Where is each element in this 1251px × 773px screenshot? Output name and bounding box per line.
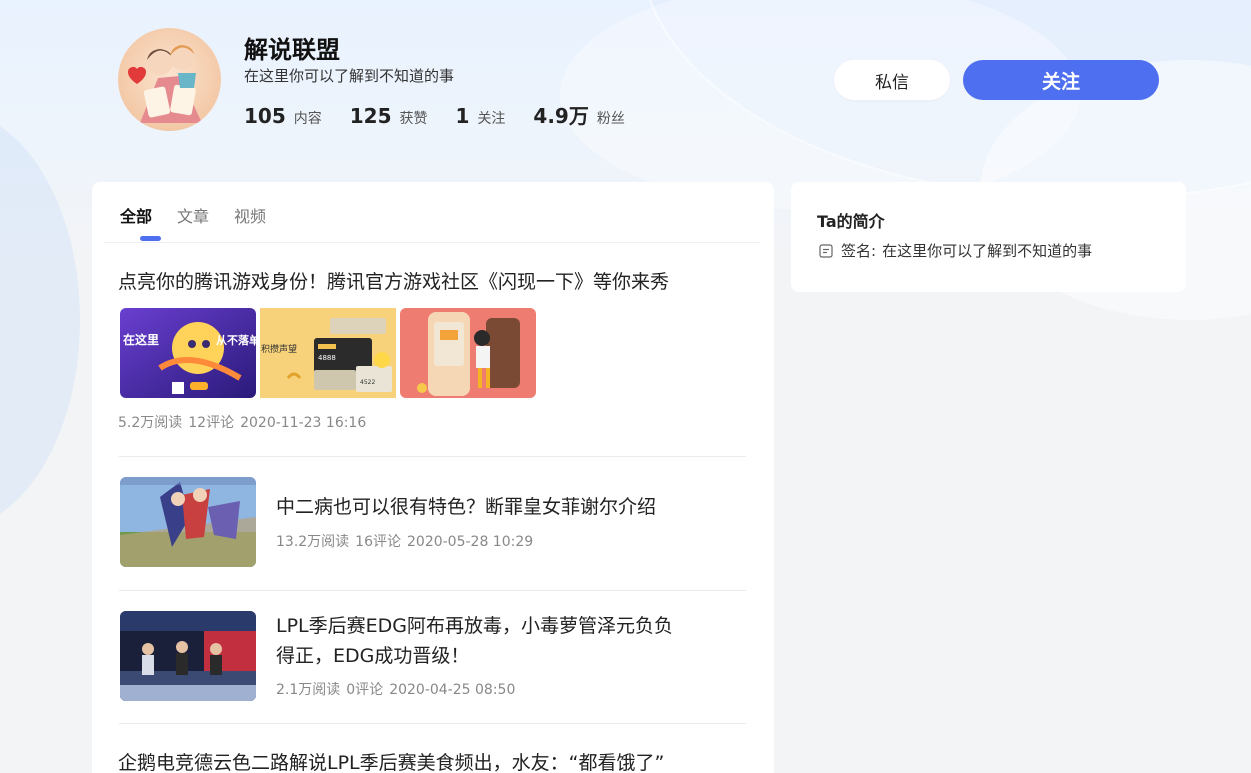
feed-item-meta: 2.1万阅读 0评论 2020-04-25 08:50 bbox=[276, 679, 736, 699]
feed-item-thumbnail[interactable] bbox=[400, 308, 536, 398]
profile-header: 解说联盟 在这里你可以了解到不知道的事 105 内容 125 获赞 1 关注 4… bbox=[0, 0, 1251, 170]
signature-text: 在这里你可以了解到不知道的事 bbox=[882, 242, 1093, 260]
stat-value: 125 bbox=[349, 104, 392, 128]
feed-item[interactable]: 企鹅电竞德云色二路解说LPL季后赛美食频出，水友：“都看饿了” bbox=[118, 748, 746, 773]
stat-likes: 125 获赞 bbox=[350, 104, 428, 128]
mascot-image bbox=[400, 308, 536, 398]
publish-time: 2020-04-25 08:50 bbox=[389, 682, 516, 698]
stat-label: 粉丝 bbox=[596, 111, 625, 127]
tab-videos[interactable]: 视频 bbox=[234, 203, 266, 227]
feed-item-meta: 5.2万阅读 12评论 2020-11-23 16:16 bbox=[118, 412, 746, 432]
feed-item-meta: 13.2万阅读 16评论 2020-05-28 10:29 bbox=[276, 531, 736, 551]
signature-label: 签名: bbox=[841, 242, 877, 260]
divider bbox=[119, 590, 746, 591]
tab-all[interactable]: 全部 bbox=[120, 203, 152, 227]
avatar[interactable] bbox=[118, 28, 221, 131]
divider bbox=[119, 723, 746, 724]
stat-contents[interactable]: 105 内容 bbox=[244, 104, 322, 128]
anime-characters-image bbox=[120, 477, 256, 567]
comment-count[interactable]: 0评论 bbox=[346, 682, 383, 698]
avatar-illustration-icon bbox=[128, 45, 202, 123]
publish-time: 2020-11-23 16:16 bbox=[240, 415, 367, 431]
publish-time: 2020-05-28 10:29 bbox=[407, 534, 534, 550]
profile-signature: 在这里你可以了解到不知道的事 bbox=[244, 67, 455, 85]
thumb-text: 4888 bbox=[318, 354, 336, 362]
feed-item[interactable]: 中二病也可以很有特色？断罪皇女菲谢尔介绍 bbox=[276, 492, 736, 522]
intro-card: Ta的简介 签名: 在这里你可以了解到不知道的事 bbox=[791, 182, 1186, 292]
document-icon bbox=[819, 243, 833, 258]
comment-count[interactable]: 12评论 bbox=[188, 415, 234, 431]
read-count: 2.1万阅读 bbox=[276, 682, 341, 698]
stat-followers[interactable]: 4.9万 粉丝 bbox=[533, 100, 624, 129]
thumb-text: 4522 bbox=[360, 379, 375, 386]
stat-value: 105 bbox=[244, 104, 286, 128]
feed-item-thumbnail[interactable]: 在这里 从不落单 bbox=[120, 308, 256, 398]
read-count: 5.2万阅读 bbox=[118, 415, 183, 431]
profile-name: 解说联盟 bbox=[244, 36, 340, 64]
intro-signature-row: 签名: 在这里你可以了解到不知道的事 bbox=[819, 240, 1092, 261]
feed-item-title-line[interactable]: 得正，EDG成功晋级！ bbox=[276, 641, 736, 671]
message-button[interactable]: 私信 bbox=[834, 60, 950, 100]
stat-label: 内容 bbox=[293, 111, 322, 127]
profile-stats: 105 内容 125 获赞 1 关注 4.9万 粉丝 bbox=[244, 100, 653, 129]
content-tabs: 全部 文章 视频 bbox=[104, 182, 760, 243]
feed-item[interactable]: 点亮你的腾讯游戏身份！腾讯官方游戏社区《闪现一下》等你来秀 bbox=[118, 267, 746, 297]
stat-label: 关注 bbox=[477, 111, 506, 127]
feed-item-title[interactable]: 企鹅电竞德云色二路解说LPL季后赛美食频出，水友：“都看饿了” bbox=[118, 748, 746, 773]
stat-value: 4.9万 bbox=[533, 104, 589, 128]
tab-active-indicator bbox=[140, 236, 161, 241]
divider bbox=[119, 456, 746, 457]
feed-item-thumbnail[interactable]: 积攒声望 4888 4522 bbox=[260, 308, 396, 398]
thumb-text: 积攒声望 bbox=[261, 343, 297, 355]
feed-item[interactable]: LPL季后赛EDG阿布再放毒，小毒萝管泽元负负 得正，EDG成功晋级！ bbox=[276, 611, 736, 671]
thumb-text: 在这里 bbox=[123, 332, 159, 347]
stat-label: 获赞 bbox=[399, 111, 428, 127]
feed-item-thumbnail[interactable] bbox=[120, 477, 256, 567]
feed-item-title[interactable]: 中二病也可以很有特色？断罪皇女菲谢尔介绍 bbox=[276, 492, 736, 522]
feed-item-thumbnail[interactable] bbox=[120, 611, 256, 701]
content-feed-card: 全部 文章 视频 点亮你的腾讯游戏身份！腾讯官方游戏社区《闪现一下》等你来秀 在… bbox=[92, 182, 774, 773]
thumb-text: 从不落单 bbox=[216, 333, 256, 347]
intro-title: Ta的简介 bbox=[817, 212, 885, 231]
feed-item-title[interactable]: 点亮你的腾讯游戏身份！腾讯官方游戏社区《闪现一下》等你来秀 bbox=[118, 267, 746, 297]
feed-item-title-line[interactable]: LPL季后赛EDG阿布再放毒，小毒萝管泽元负负 bbox=[276, 611, 736, 641]
game-banner-image: 在这里 从不落单 bbox=[120, 308, 256, 398]
esports-studio-image bbox=[120, 611, 256, 701]
stat-following[interactable]: 1 关注 bbox=[456, 104, 506, 128]
tab-articles[interactable]: 文章 bbox=[177, 203, 209, 227]
comment-count[interactable]: 16评论 bbox=[355, 534, 401, 550]
read-count: 13.2万阅读 bbox=[276, 534, 350, 550]
game-cards-image: 积攒声望 4888 4522 bbox=[260, 308, 396, 398]
stat-value: 1 bbox=[455, 104, 470, 128]
follow-button[interactable]: 关注 bbox=[963, 60, 1159, 100]
